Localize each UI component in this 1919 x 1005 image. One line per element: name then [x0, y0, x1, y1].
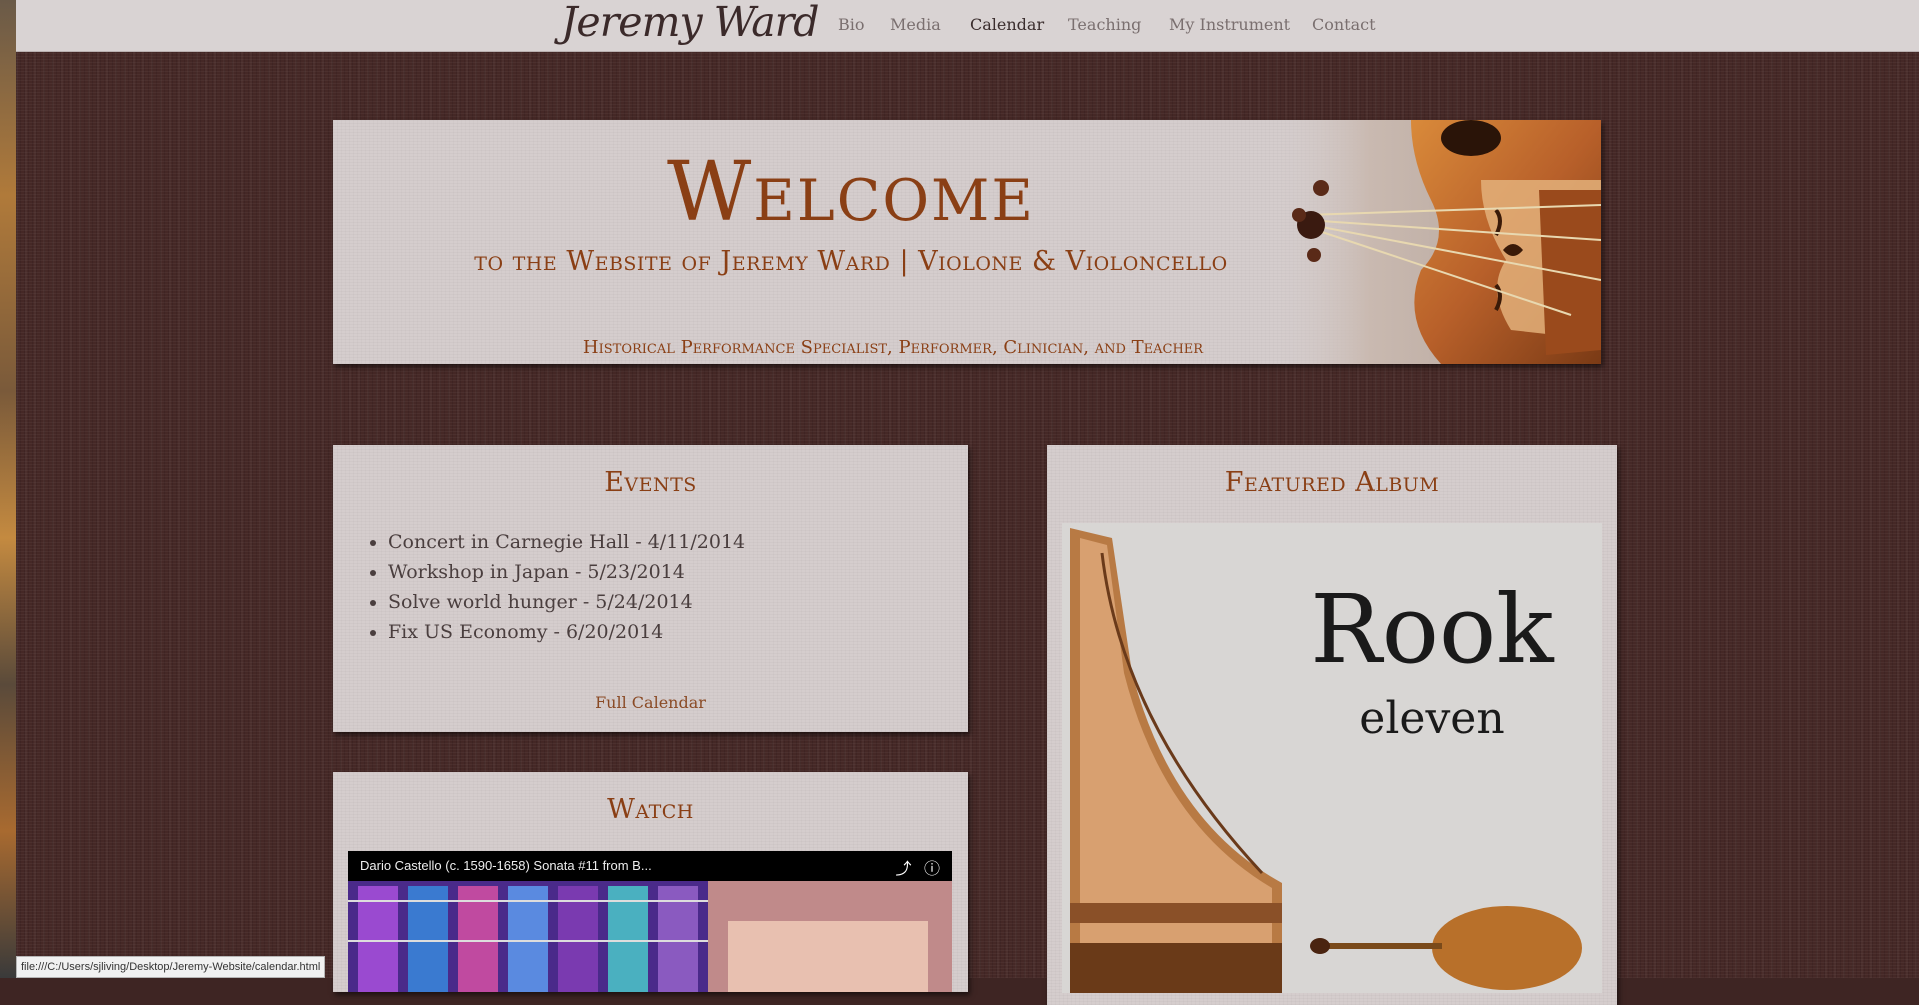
list-item: Concert in Carnegie Hall - 4/11/2014 — [388, 527, 745, 557]
nav-item-my-instrument[interactable]: My Instrument — [1169, 15, 1290, 34]
hero-subtitle: to the Website of Jeremy Ward | Violone … — [474, 246, 1228, 277]
status-bar-url: file:///C:/Users/sjliving/Desktop/Jeremy… — [16, 956, 326, 978]
events-panel: Events Concert in Carnegie Hall - 4/11/2… — [333, 445, 968, 732]
featured-album-title: Featured Album — [1224, 467, 1440, 498]
video-title-bar: Dario Castello (c. 1590-1658) Sonata #11… — [348, 851, 952, 881]
nav-item-calendar[interactable]: Calendar — [970, 15, 1044, 34]
album-cover-title: Rook — [1310, 575, 1554, 685]
watch-panel: Watch Dario Castello (c. 1590-1658) Sona… — [333, 772, 968, 992]
watch-title: Watch — [607, 794, 694, 825]
album-cover-subtitle: eleven — [1359, 693, 1505, 744]
full-calendar-link[interactable]: Full Calendar — [333, 693, 968, 712]
list-item: Workshop in Japan - 5/23/2014 — [388, 557, 745, 587]
share-icon[interactable]: ⤴ — [896, 861, 912, 878]
desktop-backdrop — [0, 0, 16, 978]
page: Jeremy Ward Bio Media Calendar Teaching … — [16, 0, 1919, 1005]
events-title: Events — [604, 467, 697, 498]
violone-image — [1271, 120, 1601, 364]
nav-item-contact[interactable]: Contact — [1312, 15, 1376, 34]
nav-item-bio[interactable]: Bio — [838, 15, 865, 34]
hero-title: Welcome — [666, 145, 1036, 240]
list-item: Solve world hunger - 5/24/2014 — [388, 587, 745, 617]
album-cover[interactable]: Rook eleven — [1062, 523, 1602, 993]
featured-album-panel: Featured Album Rook eleven — [1047, 445, 1617, 1005]
nav-item-media[interactable]: Media — [890, 15, 941, 34]
video-player[interactable]: Dario Castello (c. 1590-1658) Sonata #11… — [348, 851, 952, 992]
brand-logo[interactable]: Jeremy Ward — [561, 0, 820, 46]
video-thumbnail[interactable] — [348, 881, 952, 992]
list-item: Fix US Economy - 6/20/2014 — [388, 617, 745, 647]
nav-item-teaching[interactable]: Teaching — [1068, 15, 1141, 34]
info-icon[interactable]: ⓘ — [924, 861, 940, 878]
welcome-banner: Welcome to the Website of Jeremy Ward | … — [333, 120, 1601, 364]
events-list: Concert in Carnegie Hall - 4/11/2014 Wor… — [373, 527, 745, 647]
navbar: Jeremy Ward Bio Media Calendar Teaching … — [16, 0, 1919, 52]
video-title[interactable]: Dario Castello (c. 1590-1658) Sonata #11… — [360, 858, 652, 873]
